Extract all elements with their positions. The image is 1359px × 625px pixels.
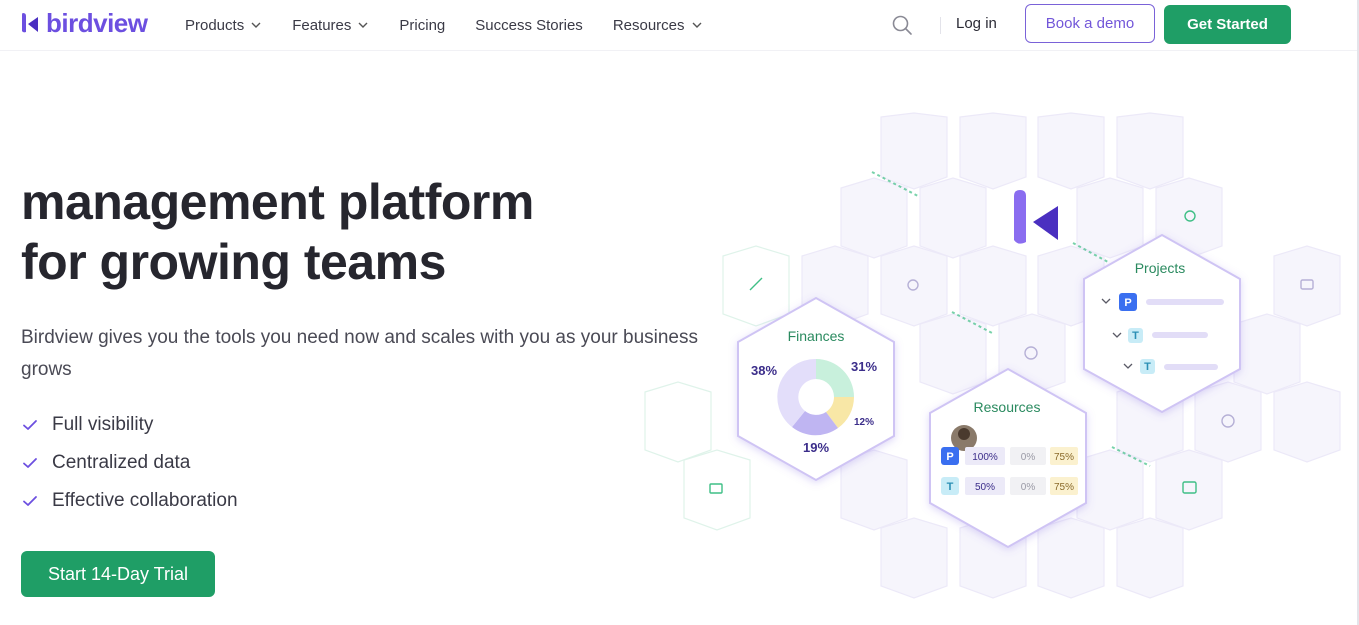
nav-pricing[interactable]: Pricing <box>399 14 445 36</box>
search-icon[interactable] <box>891 14 913 36</box>
birdview-logo-icon <box>22 13 38 33</box>
checklist-item-label: Full visibility <box>52 414 154 435</box>
top-navigation: birdview Products Features Pricing Succe… <box>0 0 1359 50</box>
nav-success-stories-label: Success Stories <box>475 16 583 34</box>
product-illustration: Finances 38% 31% 12% 19% Projects P T T … <box>644 112 1341 599</box>
pie-label: 19% <box>803 440 829 455</box>
birdview-logo[interactable]: birdview <box>20 7 148 38</box>
svg-text:75%: 75% <box>1054 482 1074 493</box>
hero-title-line1: management platform <box>21 174 534 230</box>
nav-resources-label: Resources <box>612 16 685 34</box>
svg-text:P: P <box>946 451 953 463</box>
nav-products-label: Products <box>185 16 245 34</box>
svg-text:100%: 100% <box>972 452 998 463</box>
project-badge: P <box>1124 297 1131 309</box>
hero-title: management platform for growing teams <box>21 172 681 292</box>
chevron-down-icon <box>251 22 261 28</box>
task-badge: T <box>1144 361 1151 373</box>
svg-text:T: T <box>947 481 954 493</box>
brand-name: birdview <box>46 7 148 38</box>
chevron-down-icon <box>358 22 368 28</box>
hero-title-line2: for growing teams <box>21 234 446 290</box>
header-border <box>0 50 1359 51</box>
feature-checklist: Full visibility Centralized data Effecti… <box>22 406 238 520</box>
finances-label: Finances <box>788 328 845 344</box>
checklist-item-label: Effective collaboration <box>52 490 238 511</box>
hero-subtitle: Birdview gives you the tools you need no… <box>21 327 698 380</box>
nav-pricing-label: Pricing <box>399 16 446 34</box>
nav-success-stories[interactable]: Success Stories <box>475 14 583 36</box>
task-badge: T <box>1132 330 1139 342</box>
birdview-mark-icon <box>1014 190 1058 244</box>
checklist-item: Full visibility <box>22 406 238 444</box>
checklist-item-label: Centralized data <box>52 452 191 473</box>
header-divider <box>940 17 941 34</box>
svg-text:50%: 50% <box>975 482 995 493</box>
get-started-button[interactable]: Get Started <box>1164 5 1291 44</box>
pie-label: 12% <box>854 417 874 428</box>
pie-label: 38% <box>751 363 777 378</box>
login-link[interactable]: Log in <box>956 15 997 32</box>
nav-products[interactable]: Products <box>185 14 262 36</box>
check-icon <box>23 496 37 506</box>
start-trial-button[interactable]: Start 14-Day Trial <box>21 551 215 597</box>
check-icon <box>23 458 37 468</box>
projects-label: Projects <box>1135 260 1186 276</box>
chevron-down-icon <box>692 22 702 28</box>
nav-features-label: Features <box>292 16 352 34</box>
nav-resources[interactable]: Resources <box>613 14 703 36</box>
resources-label: Resources <box>974 399 1041 415</box>
svg-text:0%: 0% <box>1021 452 1036 463</box>
checklist-item: Effective collaboration <box>22 482 238 520</box>
main-nav: Products Features Pricing Success Storie… <box>185 14 733 36</box>
nav-features[interactable]: Features <box>292 14 369 36</box>
svg-text:0%: 0% <box>1021 482 1036 493</box>
checklist-item: Centralized data <box>22 444 238 482</box>
check-icon <box>23 420 37 430</box>
svg-text:75%: 75% <box>1054 452 1074 463</box>
pie-label: 31% <box>851 359 877 374</box>
book-demo-button[interactable]: Book a demo <box>1025 4 1155 43</box>
